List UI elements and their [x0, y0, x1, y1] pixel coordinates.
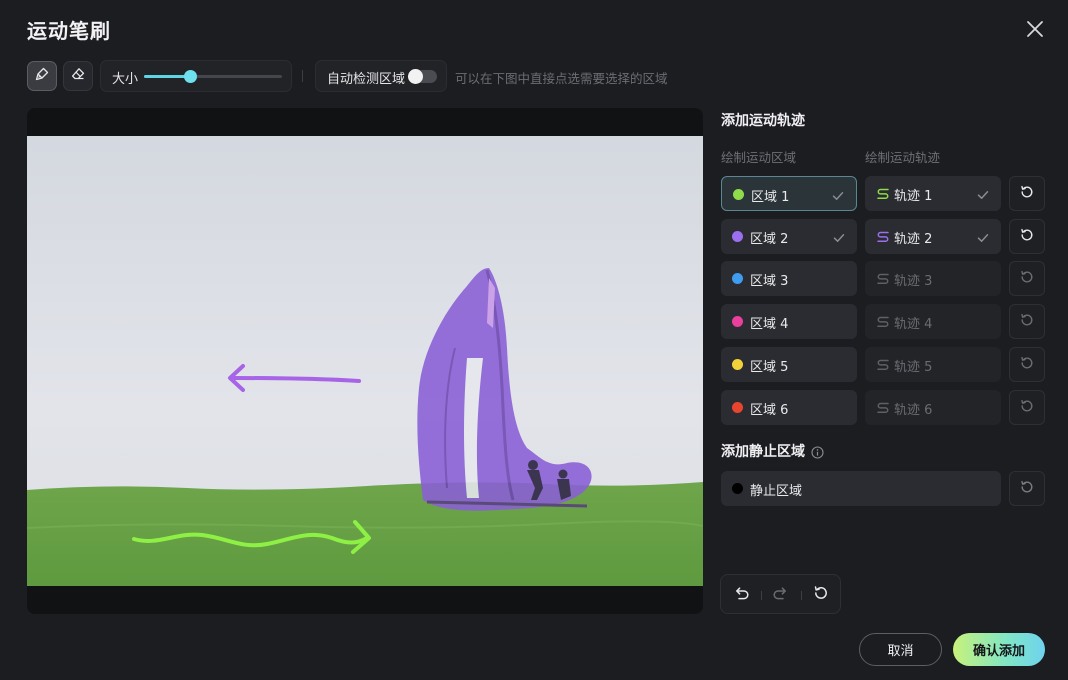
- region-color-dot: [732, 316, 743, 327]
- history-controls: [720, 574, 841, 614]
- region-button-2[interactable]: 区域 2: [721, 219, 857, 254]
- size-slider-fill: [144, 75, 190, 78]
- track-label: 轨迹 2: [894, 232, 933, 247]
- static-color-dot: [732, 483, 743, 494]
- toggle-knob: [408, 69, 423, 84]
- reset-icon: [1019, 184, 1035, 204]
- region-label: 区域 6: [750, 403, 789, 418]
- size-label: 大小: [112, 72, 139, 87]
- static-region-label: 静止区域: [750, 484, 803, 499]
- track-path-icon: [876, 229, 890, 248]
- track-button-2[interactable]: 轨迹 2: [865, 219, 1001, 254]
- row-reset-button-3[interactable]: [1009, 261, 1045, 296]
- track-label: 轨迹 5: [894, 360, 933, 375]
- region-color-dot: [733, 189, 744, 200]
- track-button-1[interactable]: 轨迹 1: [865, 176, 1001, 211]
- region-color-dot: [732, 231, 743, 242]
- reset-icon: [812, 584, 830, 606]
- eraser-tool-button[interactable]: [63, 61, 93, 91]
- region-color-dot: [732, 402, 743, 413]
- check-icon: [832, 230, 846, 249]
- redo-button[interactable]: [771, 585, 791, 605]
- region-label: 区域 2: [750, 232, 789, 247]
- brush-icon: [34, 66, 50, 86]
- reset-icon: [1019, 312, 1035, 332]
- row-reset-button-6[interactable]: [1009, 390, 1045, 425]
- motion-brush-dialog: 运动笔刷 大小 自动检测区域 可以在下图中直接点选需要选择的区域 添加运动轨迹 …: [0, 0, 1068, 680]
- track-label: 轨迹 3: [894, 274, 933, 289]
- auto-detect-label: 自动检测区域: [327, 72, 406, 87]
- size-slider[interactable]: [144, 70, 282, 83]
- track-path-icon: [876, 314, 890, 333]
- track-path-icon: [876, 271, 890, 290]
- region-color-dot: [732, 359, 743, 370]
- track-button-5[interactable]: 轨迹 5: [865, 347, 1001, 382]
- region-button-6[interactable]: 区域 6: [721, 390, 857, 425]
- track-label: 轨迹 1: [894, 189, 933, 204]
- brush-tool-button[interactable]: [27, 61, 57, 91]
- brush-size-control: 大小: [100, 60, 292, 92]
- redo-icon: [772, 584, 790, 606]
- history-divider: [761, 591, 762, 600]
- undo-icon: [732, 584, 750, 606]
- region-color-dot: [732, 273, 743, 284]
- region-label: 区域 1: [751, 190, 790, 205]
- row-reset-button-1[interactable]: [1009, 176, 1045, 211]
- info-icon[interactable]: [811, 444, 824, 463]
- size-slider-thumb[interactable]: [183, 70, 197, 83]
- row-reset-button-5[interactable]: [1009, 347, 1045, 382]
- track-label: 轨迹 4: [894, 317, 933, 332]
- region-label: 区域 3: [750, 274, 789, 289]
- track-path-icon: [876, 357, 890, 376]
- check-icon: [831, 188, 845, 207]
- track-label: 轨迹 6: [894, 403, 933, 418]
- static-reset-button[interactable]: [1009, 471, 1045, 506]
- check-icon: [976, 230, 990, 249]
- image-canvas[interactable]: [27, 108, 703, 614]
- reset-icon: [1019, 479, 1035, 499]
- region-label: 区域 5: [750, 360, 789, 375]
- reset-icon: [1019, 355, 1035, 375]
- region-label: 区域 4: [750, 317, 789, 332]
- undo-button[interactable]: [731, 585, 751, 605]
- reset-icon: [1019, 398, 1035, 418]
- region-column-label: 绘制运动区域: [721, 150, 797, 165]
- track-path-icon: [876, 400, 890, 419]
- confirm-add-button[interactable]: 确认添加: [953, 633, 1045, 666]
- track-button-3[interactable]: 轨迹 3: [865, 261, 1001, 296]
- cancel-button[interactable]: 取消: [859, 633, 942, 666]
- track-path-icon: [876, 186, 890, 205]
- scene-image: [27, 136, 703, 586]
- region-button-1[interactable]: 区域 1: [721, 176, 857, 211]
- region-button-5[interactable]: 区域 5: [721, 347, 857, 382]
- region-button-3[interactable]: 区域 3: [721, 261, 857, 296]
- row-reset-button-2[interactable]: [1009, 219, 1045, 254]
- history-divider: [801, 591, 802, 600]
- static-region-button[interactable]: 静止区域: [721, 471, 1001, 506]
- motion-section-title: 添加运动轨迹: [721, 113, 805, 129]
- close-icon[interactable]: [1022, 16, 1048, 42]
- auto-detect-toggle[interactable]: [408, 69, 437, 84]
- track-button-6[interactable]: 轨迹 6: [865, 390, 1001, 425]
- row-reset-button-4[interactable]: [1009, 304, 1045, 339]
- reset-icon: [1019, 227, 1035, 247]
- dialog-title: 运动笔刷: [27, 19, 111, 43]
- check-icon: [976, 187, 990, 206]
- region-button-4[interactable]: 区域 4: [721, 304, 857, 339]
- auto-detect-control: 自动检测区域: [315, 60, 447, 92]
- reset-all-button[interactable]: [811, 585, 831, 605]
- toolbar-divider: [302, 70, 303, 82]
- track-column-label: 绘制运动轨迹: [865, 150, 941, 165]
- track-button-4[interactable]: 轨迹 4: [865, 304, 1001, 339]
- static-section-title: 添加静止区域: [721, 444, 805, 460]
- reset-icon: [1019, 269, 1035, 289]
- toolbar-hint: 可以在下图中直接点选需要选择的区域: [455, 71, 668, 86]
- eraser-icon: [70, 66, 86, 86]
